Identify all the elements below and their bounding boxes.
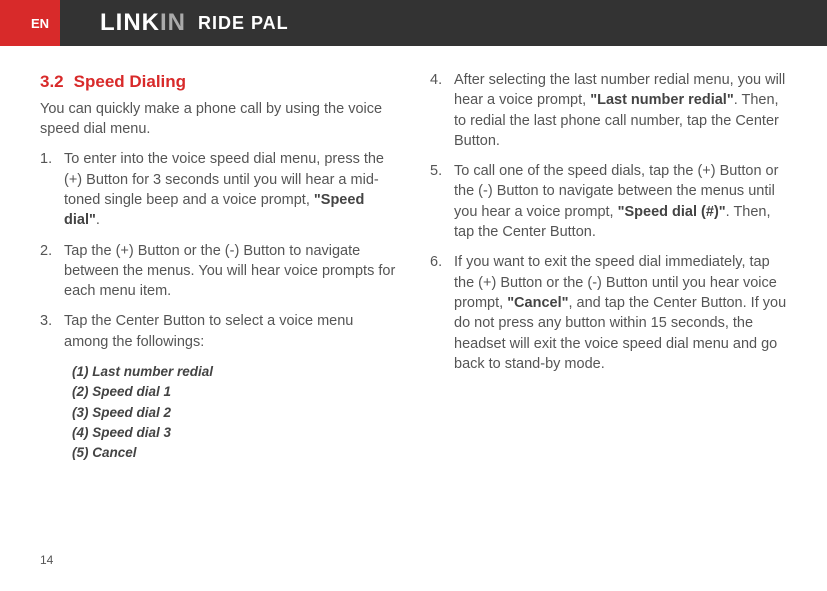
language-badge: EN: [0, 0, 60, 46]
step-num: 6.: [430, 252, 442, 272]
brand-main: LINKIN: [100, 9, 186, 37]
step-5: 5. To call one of the speed dials, tap t…: [430, 161, 790, 242]
header-bar: EN LINKIN RIDE PAL: [0, 0, 827, 46]
step-6: 6. If you want to exit the speed dial im…: [430, 252, 790, 374]
section-title-text: Speed Dialing: [74, 72, 186, 91]
step-num: 2.: [40, 241, 52, 261]
steps-list-left: 1. To enter into the voice speed dial me…: [40, 149, 400, 352]
step-4: 4. After selecting the last number redia…: [430, 70, 790, 151]
step-bold: "Cancel": [507, 295, 568, 311]
submenu-item: (2) Speed dial 1: [72, 382, 400, 402]
brand-text-b: IN: [160, 9, 186, 36]
section-number: 3.2: [40, 72, 64, 91]
page-number: 14: [40, 553, 53, 567]
brand-logo: LINKIN RIDE PAL: [100, 9, 289, 37]
step-bold: "Speed dial (#)": [618, 204, 726, 220]
step-num: 3.: [40, 311, 52, 331]
submenu-list: (1) Last number redial (2) Speed dial 1 …: [40, 362, 400, 463]
step-1: 1. To enter into the voice speed dial me…: [40, 149, 400, 230]
submenu-item: (4) Speed dial 3: [72, 423, 400, 443]
step-3: 3. Tap the Center Button to select a voi…: [40, 311, 400, 352]
step-2: 2. Tap the (+) Button or the (-) Button …: [40, 241, 400, 302]
brand-text-a: LINK: [100, 9, 160, 36]
right-column: 4. After selecting the last number redia…: [430, 70, 790, 463]
step-text: Tap the Center Button to select a voice …: [64, 313, 353, 349]
step-text-b: .: [96, 212, 100, 228]
section-intro: You can quickly make a phone call by usi…: [40, 99, 400, 140]
step-bold: "Last number redial": [590, 92, 733, 108]
submenu-item: (3) Speed dial 2: [72, 403, 400, 423]
step-num: 4.: [430, 70, 442, 90]
steps-list-right: 4. After selecting the last number redia…: [430, 70, 790, 374]
submenu-item: (1) Last number redial: [72, 362, 400, 382]
section-title: 3.2 Speed Dialing: [40, 70, 400, 94]
step-num: 5.: [430, 161, 442, 181]
step-num: 1.: [40, 149, 52, 169]
submenu-item: (5) Cancel: [72, 443, 400, 463]
step-text: Tap the (+) Button or the (-) Button to …: [64, 243, 395, 300]
content-area: 3.2 Speed Dialing You can quickly make a …: [0, 46, 827, 463]
brand-sub: RIDE PAL: [198, 13, 289, 34]
left-column: 3.2 Speed Dialing You can quickly make a …: [40, 70, 400, 463]
